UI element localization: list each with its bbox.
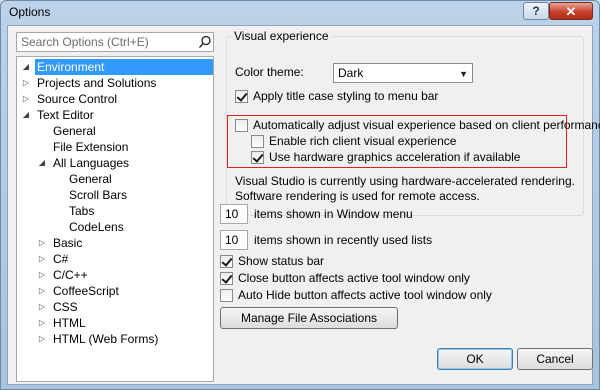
- expand-arrow-icon[interactable]: ▷: [37, 267, 47, 283]
- recent-lists-label: items shown in recently used lists: [254, 233, 433, 247]
- recent-lists-count-input[interactable]: 10: [220, 230, 248, 250]
- options-window: Options ? ✕ ◢ Environment ▷ Projects and…: [0, 0, 600, 390]
- expand-arrow-icon[interactable]: ▷: [21, 91, 31, 107]
- manage-file-associations-button[interactable]: Manage File Associations: [220, 307, 398, 329]
- close-button-affects-checkbox[interactable]: Close button affects active tool window …: [220, 271, 520, 286]
- auto-hide-affects-checkbox[interactable]: Auto Hide button affects active tool win…: [220, 288, 520, 303]
- group-title: Visual experience: [231, 29, 332, 43]
- expand-arrow-icon[interactable]: ▷: [37, 235, 47, 251]
- checkbox-checked[interactable]: [220, 255, 233, 268]
- hw-accel-checkbox[interactable]: Use hardware graphics acceleration if av…: [251, 150, 551, 165]
- expand-arrow-icon[interactable]: ▷: [37, 331, 47, 347]
- auto-adjust-checkbox[interactable]: Automatically adjust visual experience b…: [235, 118, 600, 133]
- dialog-body: ◢ Environment ▷ Projects and Solutions ▷…: [7, 25, 600, 385]
- show-status-bar-checkbox[interactable]: Show status bar: [220, 254, 420, 269]
- ok-button[interactable]: OK: [437, 348, 513, 370]
- expand-arrow-icon[interactable]: ▷: [37, 299, 47, 315]
- collapse-arrow-icon[interactable]: ◢: [37, 155, 47, 171]
- expand-arrow-icon[interactable]: ▷: [37, 251, 47, 267]
- expand-arrow-icon[interactable]: ▷: [37, 283, 47, 299]
- dropdown-arrow-icon: ▼: [459, 69, 468, 79]
- window-title: Options: [9, 5, 51, 19]
- search-input[interactable]: [17, 33, 193, 51]
- checkbox-checked[interactable]: [251, 151, 264, 164]
- rendering-note: Visual Studio is currently using hardwar…: [235, 174, 575, 203]
- close-window-button[interactable]: ✕: [549, 2, 593, 20]
- rich-client-checkbox[interactable]: Enable rich client visual experience: [251, 134, 551, 149]
- search-icon[interactable]: [198, 35, 212, 49]
- checkbox-checked[interactable]: [220, 272, 233, 285]
- color-theme-label: Color theme:: [235, 65, 304, 79]
- help-button[interactable]: ?: [523, 2, 549, 20]
- search-box[interactable]: [16, 32, 214, 52]
- checkbox-unchecked[interactable]: [235, 119, 248, 132]
- checkbox-checked[interactable]: [235, 90, 248, 103]
- checkbox-unchecked[interactable]: [251, 135, 264, 148]
- apply-title-case-checkbox[interactable]: Apply title case styling to menu bar: [235, 89, 565, 104]
- checkbox-unchecked[interactable]: [220, 289, 233, 302]
- title-bar[interactable]: Options ? ✕: [1, 1, 599, 25]
- visual-experience-group: Visual experience Color theme: Dark ▼ Ap…: [226, 29, 600, 216]
- collapse-arrow-icon[interactable]: ◢: [21, 107, 31, 123]
- color-theme-dropdown[interactable]: Dark ▼: [333, 63, 473, 83]
- expand-arrow-icon[interactable]: ▷: [37, 315, 47, 331]
- collapse-arrow-icon[interactable]: ◢: [21, 59, 31, 75]
- window-menu-label: items shown in Window menu: [254, 207, 413, 221]
- expand-arrow-icon[interactable]: ▷: [21, 75, 31, 91]
- window-menu-count-input[interactable]: 10: [220, 204, 248, 224]
- options-tree[interactable]: ◢ Environment ▷ Projects and Solutions ▷…: [16, 56, 214, 382]
- cancel-button[interactable]: Cancel: [517, 348, 593, 370]
